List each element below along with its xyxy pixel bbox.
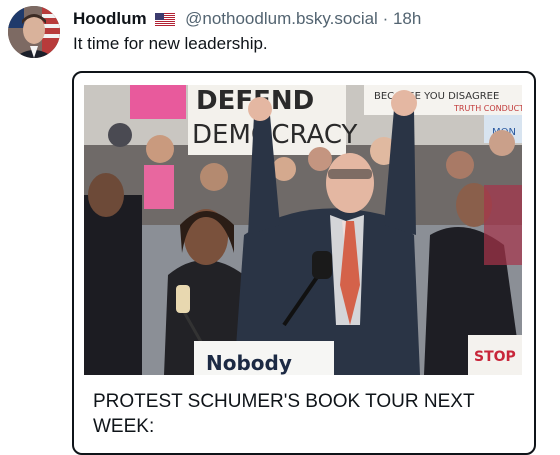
author-avatar[interactable] xyxy=(8,6,60,58)
author-name[interactable]: Hoodlum xyxy=(73,9,147,28)
author-handle[interactable]: @nothoodlum.bsky.social xyxy=(185,9,378,28)
protest-photo: DEFEND DEMOCRACY BECAUSE YOU DISAGREE TR… xyxy=(84,85,522,375)
avatar-image xyxy=(8,6,60,58)
stop-sign-text: STOP xyxy=(474,349,516,365)
post-text: It time for new leadership. xyxy=(73,34,268,53)
post-timestamp[interactable]: 18h xyxy=(393,9,421,28)
card-title[interactable]: PROTEST SCHUMER'S BOOK TOUR NEXT WEEK: xyxy=(93,389,513,439)
post: Hoodlum @nothoodlum.bsky.social · 18h It… xyxy=(0,0,560,455)
separator-dot: · xyxy=(382,9,389,28)
card-photo: DEFEND DEMOCRACY BECAUSE YOU DISAGREE TR… xyxy=(84,85,522,375)
nobody-sign-text: Nobody xyxy=(206,351,292,375)
us-flag-icon xyxy=(155,10,176,32)
truth-sign-text: TRUTH CONDUCTOR xyxy=(453,104,522,113)
post-header: Hoodlum @nothoodlum.bsky.social · 18h xyxy=(73,8,421,30)
pink-sign xyxy=(130,85,186,119)
link-card[interactable]: DEFEND DEMOCRACY BECAUSE YOU DISAGREE TR… xyxy=(72,71,536,455)
defend-sign-line2: DEMOCRACY xyxy=(192,120,358,150)
